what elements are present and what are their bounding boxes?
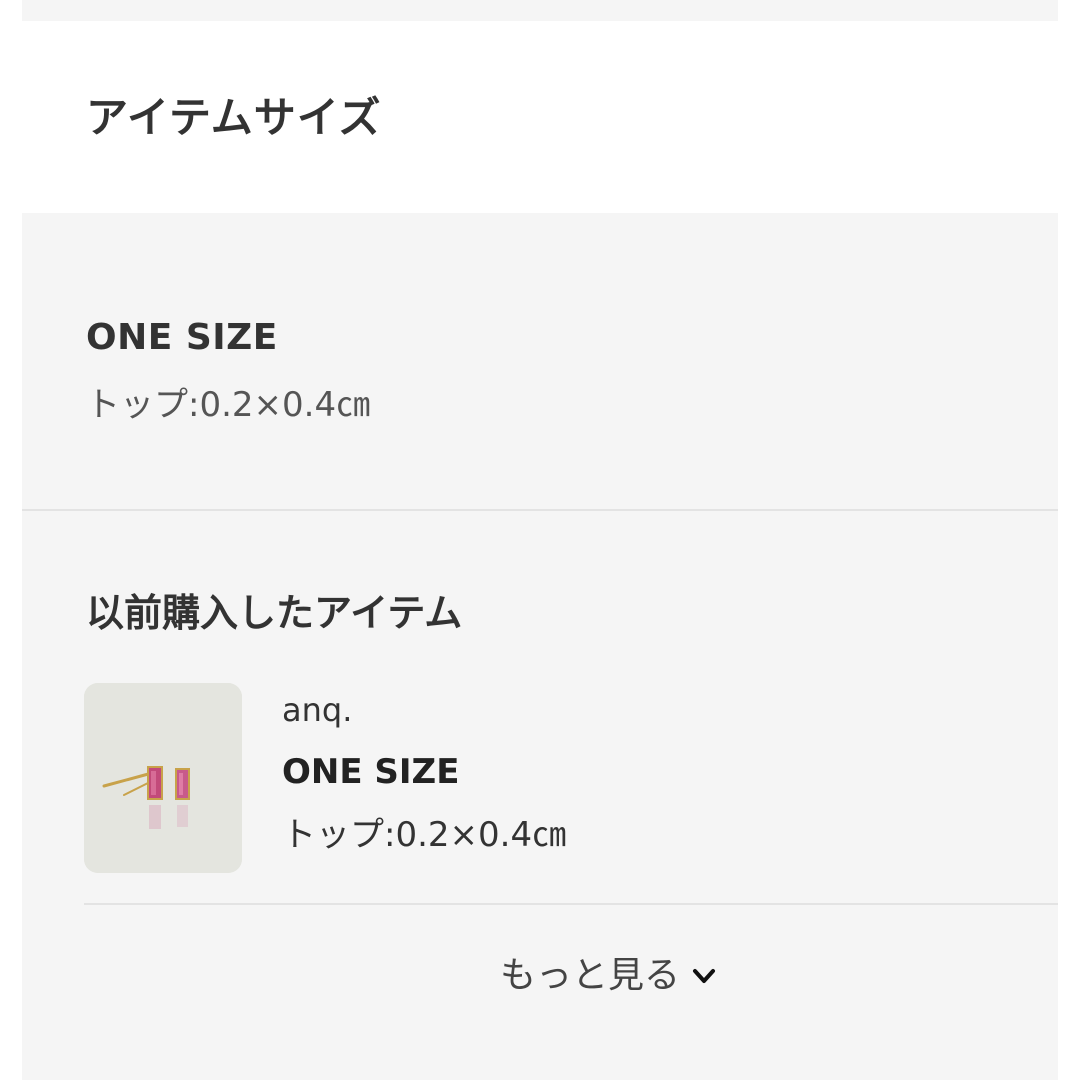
item-size-heading: アイテムサイズ (86, 93, 382, 142)
size-detail: トップ:0.2×0.4㎝ (86, 385, 371, 425)
item-size-name: ONE SIZE (282, 752, 460, 792)
size-name: ONE SIZE (86, 317, 278, 358)
see-more-button[interactable]: もっと見る (500, 951, 718, 1001)
item-size-detail: トップ:0.2×0.4㎝ (282, 815, 567, 855)
size-panel: ONE SIZE トップ:0.2×0.4㎝ 以前購入したアイテム anq. ON… (22, 213, 1058, 1080)
item-size-page: アイテムサイズ ONE SIZE トップ:0.2×0.4㎝ 以前購入したアイテム (0, 0, 1080, 1080)
section-divider (22, 509, 1058, 511)
list-divider (84, 903, 1058, 905)
purchase-history-heading: 以前購入したアイテム (86, 591, 463, 635)
chevron-down-icon (690, 962, 718, 990)
top-section-strip (22, 0, 1058, 21)
earring-image (84, 683, 242, 873)
item-thumbnail[interactable] (84, 683, 242, 873)
item-brand: anq. (282, 691, 353, 729)
see-more-label: もっと見る (500, 955, 681, 996)
